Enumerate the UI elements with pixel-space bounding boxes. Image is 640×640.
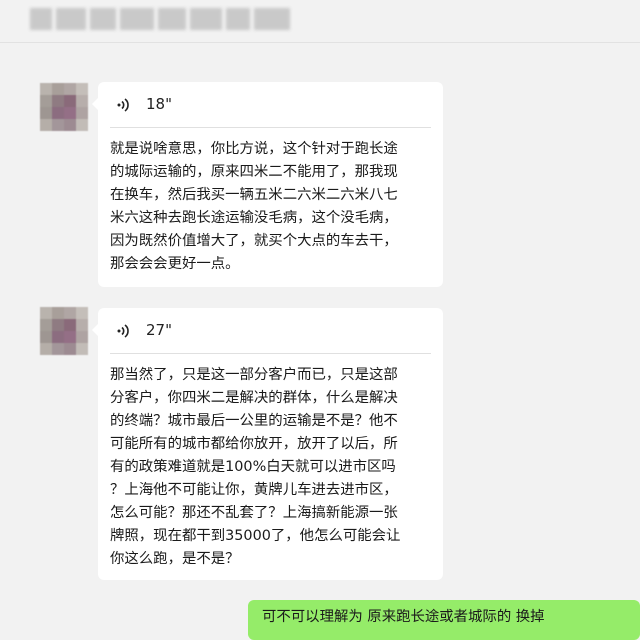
outgoing-text-bubble[interactable]: 可不可以理解为 原来跑长途或者城际的 换掉 xyxy=(248,600,640,640)
contact-name-obscured xyxy=(30,4,310,34)
voice-play-row[interactable]: 27" xyxy=(98,308,443,352)
avatar[interactable] xyxy=(40,307,88,355)
voice-transcript: 那当然了，只是这一部分客户而已，只是这部 分客户，你四米二是解决的群体，什么是解… xyxy=(110,367,401,567)
sound-wave-icon xyxy=(117,324,129,338)
transcript-divider xyxy=(110,353,431,354)
header-divider xyxy=(0,42,640,43)
sound-wave-icon xyxy=(117,98,129,112)
voice-duration: 27" xyxy=(146,321,172,339)
voice-play-row[interactable]: 18" xyxy=(98,82,443,126)
chat-header xyxy=(0,0,640,42)
voice-message-bubble[interactable]: 27" 那当然了，只是这一部分客户而已，只是这部 分客户，你四米二是解决的群体，… xyxy=(92,308,443,580)
outgoing-message-text: 可不可以理解为 原来跑长途或者城际的 换掉 xyxy=(262,609,545,625)
voice-transcript: 就是说啥意思，你比方说，这个针对于跑长途 的城际运输的，原来四米二不能用了，那我… xyxy=(110,141,398,272)
avatar[interactable] xyxy=(40,83,88,131)
voice-message-bubble[interactable]: 18" 就是说啥意思，你比方说，这个针对于跑长途 的城际运输的，原来四米二不能用… xyxy=(92,82,443,287)
voice-duration: 18" xyxy=(146,95,172,113)
transcript-divider xyxy=(110,127,431,128)
